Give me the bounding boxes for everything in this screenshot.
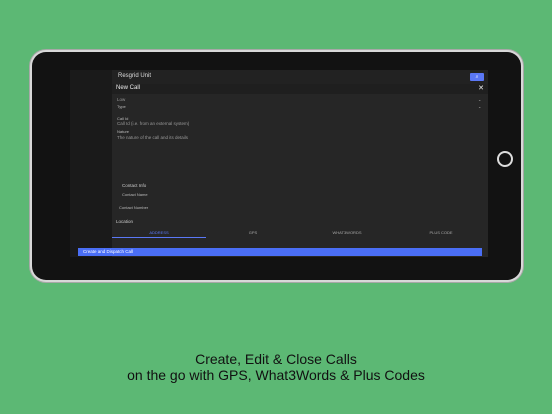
nature-label: Nature (117, 129, 130, 134)
priority-select[interactable]: Low (117, 97, 125, 102)
home-button[interactable] (497, 151, 513, 167)
caption: Create, Edit & Close Calls on the go wit… (0, 351, 552, 383)
nature-input[interactable]: The nature of the call and its details (117, 135, 188, 140)
close-icon[interactable]: ✕ (478, 84, 484, 92)
topbar-action-button[interactable]: ⌕ (470, 73, 484, 81)
contact-number-input[interactable]: Contact Number (119, 205, 148, 210)
caption-line2: on the go with GPS, What3Words & Plus Co… (127, 367, 425, 383)
tab-what3words[interactable]: WHAT3WORDS (300, 228, 394, 238)
contact-name-input[interactable]: Contact Name (122, 192, 148, 197)
chevron-down-icon[interactable]: ⌄ (478, 97, 481, 102)
location-heading: Location (116, 219, 134, 224)
tab-gps[interactable]: GPS (206, 228, 300, 238)
location-tabs: ADDRESS GPS WHAT3WORDS PLUS CODE (112, 228, 488, 238)
app-title: Resgrid Unit (118, 73, 152, 79)
new-call-dialog: New Call ✕ Low ⌄ Type ⌄ Call Id Call Id … (112, 84, 488, 257)
contact-info-heading: Contact Info (122, 183, 147, 188)
dialog-header: New Call ✕ (112, 84, 488, 94)
type-select[interactable]: Type (117, 104, 126, 109)
tab-plus-code[interactable]: PLUS CODE (394, 228, 488, 238)
dialog-title: New Call (116, 85, 141, 91)
app-topbar: Resgrid Unit ⌕ (112, 70, 488, 84)
app-screen: Resgrid Unit ⌕ New Call ✕ Low ⌄ Type ⌄ C… (70, 70, 488, 257)
chevron-down-icon[interactable]: ⌄ (478, 104, 481, 109)
create-dispatch-button[interactable]: Create and Dispatch Call (78, 248, 482, 256)
call-id-input[interactable]: Call Id (i.e. from an external system) (117, 121, 189, 126)
caption-line1: Create, Edit & Close Calls (195, 351, 357, 367)
tab-address[interactable]: ADDRESS (112, 228, 206, 238)
search-icon: ⌕ (475, 74, 479, 80)
